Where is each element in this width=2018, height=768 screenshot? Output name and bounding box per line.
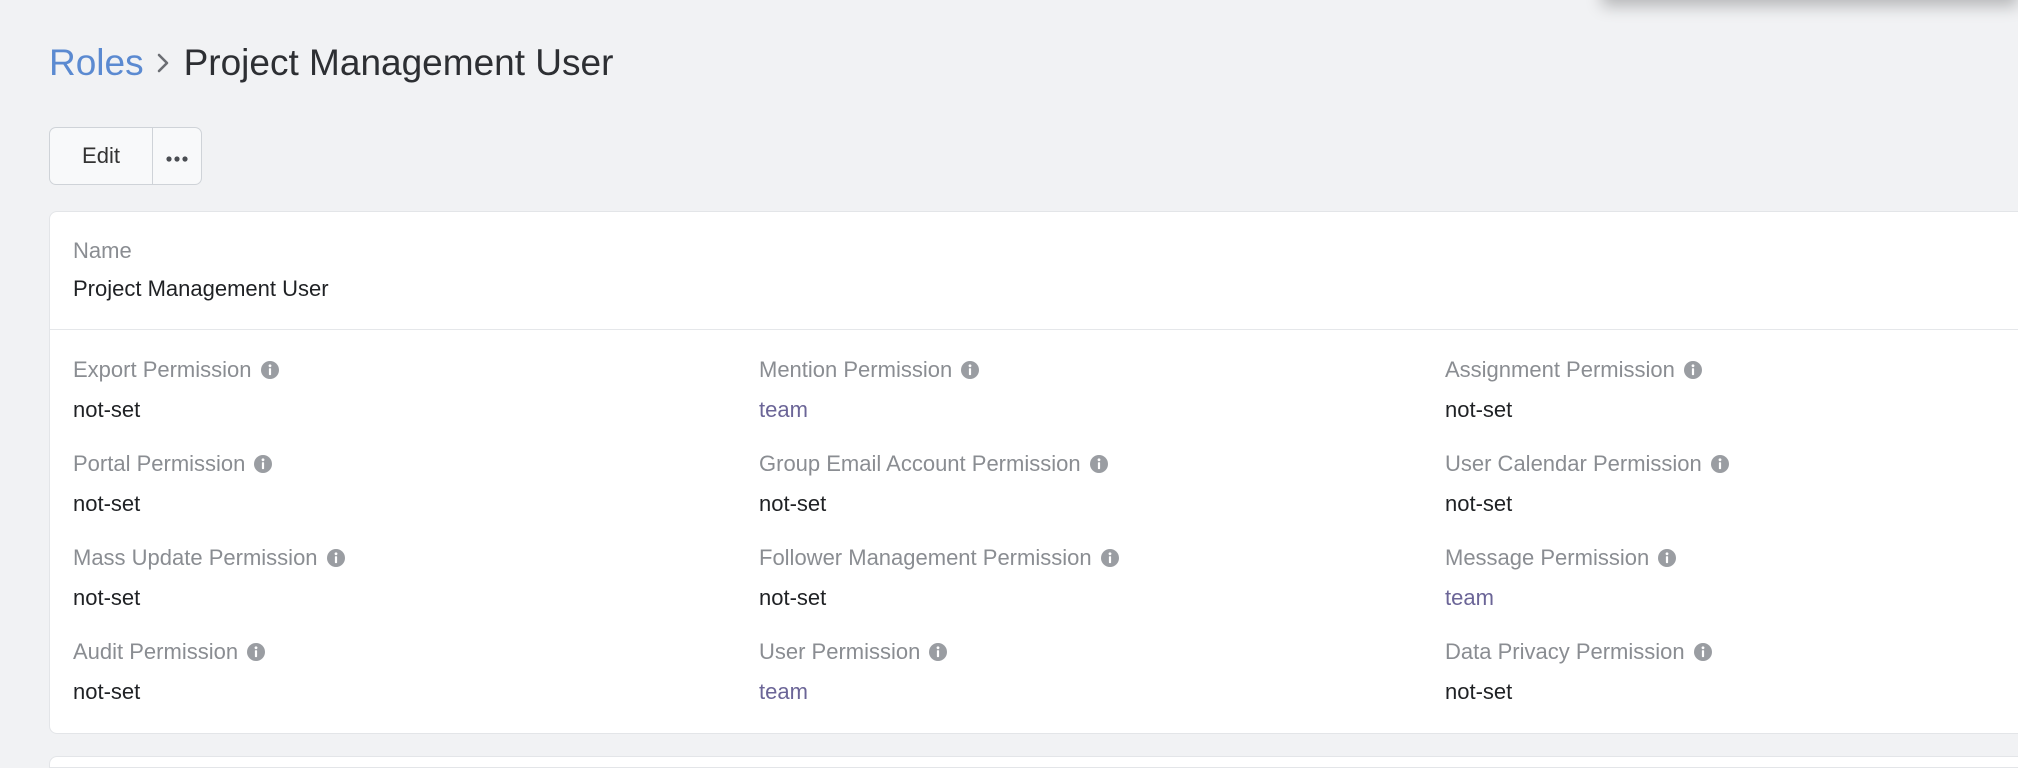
field-label: Data Privacy Permission	[1445, 639, 1685, 664]
field-value: not-set	[1445, 679, 1513, 704]
record-actions: Edit	[49, 127, 202, 185]
info-icon[interactable]	[1100, 548, 1120, 568]
field-value: not-set	[759, 491, 827, 516]
field-audit-permission: Audit Permission not-set	[73, 638, 266, 706]
breadcrumb-roles-link[interactable]: Roles	[49, 42, 144, 84]
field-label: Name	[73, 238, 132, 263]
field-value: team	[759, 397, 808, 422]
field-label: User Permission	[759, 639, 921, 664]
more-actions-button[interactable]	[153, 128, 201, 184]
info-icon[interactable]	[253, 454, 273, 474]
info-icon[interactable]	[1710, 454, 1730, 474]
field-value: team	[759, 679, 808, 704]
info-icon[interactable]	[1693, 642, 1713, 662]
next-panel-edge	[49, 756, 2018, 768]
field-label: Export Permission	[73, 357, 252, 382]
field-value: not-set	[73, 397, 141, 422]
field-label: Follower Management Permission	[759, 545, 1092, 570]
field-label: Mass Update Permission	[73, 545, 318, 570]
field-value: not-set	[1445, 491, 1513, 516]
field-label: Assignment Permission	[1445, 357, 1675, 382]
info-icon[interactable]	[1683, 360, 1703, 380]
field-user-calendar-permission: User Calendar Permission not-set	[1445, 450, 1730, 518]
field-portal-permission: Portal Permission not-set	[73, 450, 273, 518]
field-user-permission: User Permission team	[759, 638, 948, 706]
field-value: Project Management User	[73, 276, 329, 301]
field-follower-management-permission: Follower Management Permission not-set	[759, 544, 1120, 612]
info-icon[interactable]	[260, 360, 280, 380]
field-label: Message Permission	[1445, 545, 1650, 570]
info-icon[interactable]	[1657, 548, 1677, 568]
field-label: User Calendar Permission	[1445, 451, 1702, 476]
info-icon[interactable]	[928, 642, 948, 662]
breadcrumb: Roles Project Management User	[49, 38, 613, 88]
info-icon[interactable]	[960, 360, 980, 380]
record-detail-panel: Name Project Management User Export Perm…	[49, 211, 2018, 734]
edit-button[interactable]: Edit	[50, 128, 153, 184]
field-value: not-set	[1445, 397, 1513, 422]
field-value: team	[1445, 585, 1494, 610]
field-label: Mention Permission	[759, 357, 953, 382]
field-export-permission: Export Permission not-set	[73, 356, 280, 424]
field-assignment-permission: Assignment Permission not-set	[1445, 356, 1703, 424]
field-mention-permission: Mention Permission team	[759, 356, 980, 424]
field-group-email-account-permission: Group Email Account Permission not-set	[759, 450, 1109, 518]
field-value: not-set	[73, 679, 141, 704]
chevron-right-icon	[156, 52, 170, 74]
field-value: not-set	[73, 491, 141, 516]
field-mass-update-permission: Mass Update Permission not-set	[73, 544, 346, 612]
field-message-permission: Message Permission team	[1445, 544, 1677, 612]
info-icon[interactable]	[326, 548, 346, 568]
field-label: Audit Permission	[73, 639, 239, 664]
field-name: Name Project Management User	[73, 237, 329, 303]
field-label: Portal Permission	[73, 451, 246, 476]
divider	[50, 329, 2018, 330]
field-data-privacy-permission: Data Privacy Permission not-set	[1445, 638, 1713, 706]
page-title: Project Management User	[183, 42, 614, 83]
field-value: not-set	[759, 585, 827, 610]
field-value: not-set	[73, 585, 141, 610]
info-icon[interactable]	[246, 642, 266, 662]
info-icon[interactable]	[1089, 454, 1109, 474]
field-label: Group Email Account Permission	[759, 451, 1081, 476]
ellipsis-icon	[165, 143, 189, 169]
